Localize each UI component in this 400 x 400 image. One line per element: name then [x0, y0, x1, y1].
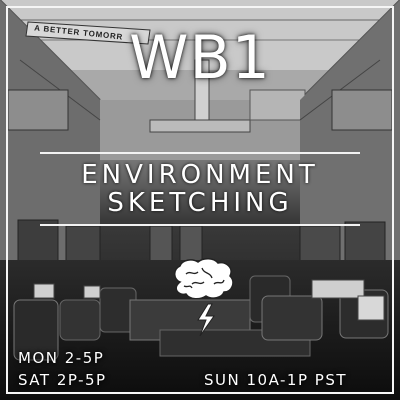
schedule-line-1: MON 2-5P [18, 349, 105, 367]
title-divider-bottom [40, 224, 360, 226]
title-line-2: SKETCHING [107, 188, 293, 218]
schedule-line-2: SAT 2P-5P [18, 371, 107, 389]
poster: A BETTER TOMORR WB1 ENVIRONMENT SKETCHIN… [0, 0, 400, 400]
title-line-1: ENVIRONMENT [81, 160, 319, 190]
brain-lightning-icon [174, 258, 234, 337]
title-divider-top [40, 152, 360, 154]
schedule-line-3: SUN 10A-1P PST [204, 371, 348, 389]
workshop-code: WB1 [129, 23, 271, 93]
